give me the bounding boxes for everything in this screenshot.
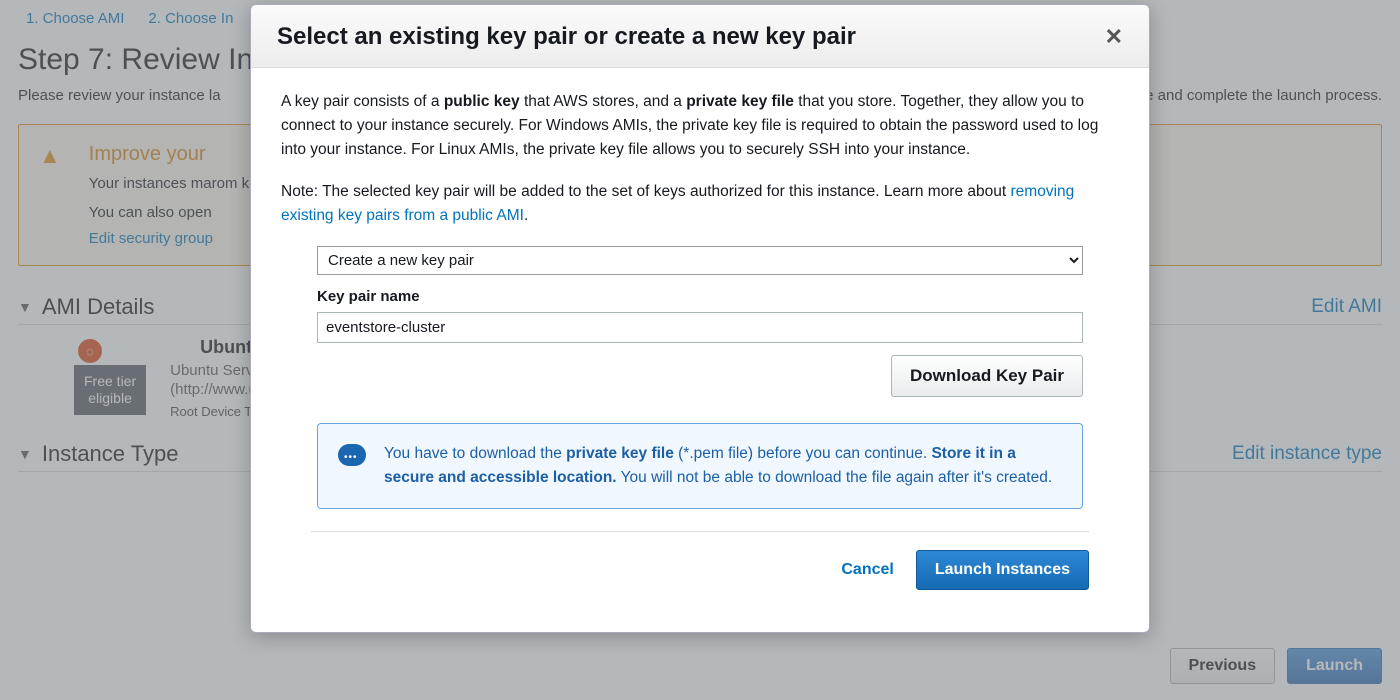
modal-title: Select an existing key pair or create a … xyxy=(277,23,856,51)
key-pair-name-label: Key pair name xyxy=(317,285,1083,308)
key-pair-explainer: A key pair consists of a public key that… xyxy=(281,90,1119,162)
key-pair-name-input[interactable] xyxy=(317,312,1083,343)
download-key-pair-button[interactable]: Download Key Pair xyxy=(891,355,1083,397)
key-pair-modal: Select an existing key pair or create a … xyxy=(250,4,1150,633)
key-pair-mode-select[interactable]: Create a new key pair xyxy=(317,246,1083,275)
modal-footer: Cancel Launch Instances xyxy=(311,531,1089,612)
modal-overlay: Select an existing key pair or create a … xyxy=(0,0,1400,700)
close-icon[interactable]: ✕ xyxy=(1105,24,1123,50)
key-pair-note: Note: The selected key pair will be adde… xyxy=(281,180,1119,228)
speech-bubble-icon: ••• xyxy=(338,444,366,466)
download-info-callout: ••• You have to download the private key… xyxy=(317,423,1083,509)
modal-header: Select an existing key pair or create a … xyxy=(251,5,1149,68)
modal-body: A key pair consists of a public key that… xyxy=(251,68,1149,632)
launch-instances-button[interactable]: Launch Instances xyxy=(916,550,1089,590)
cancel-button[interactable]: Cancel xyxy=(841,558,893,583)
